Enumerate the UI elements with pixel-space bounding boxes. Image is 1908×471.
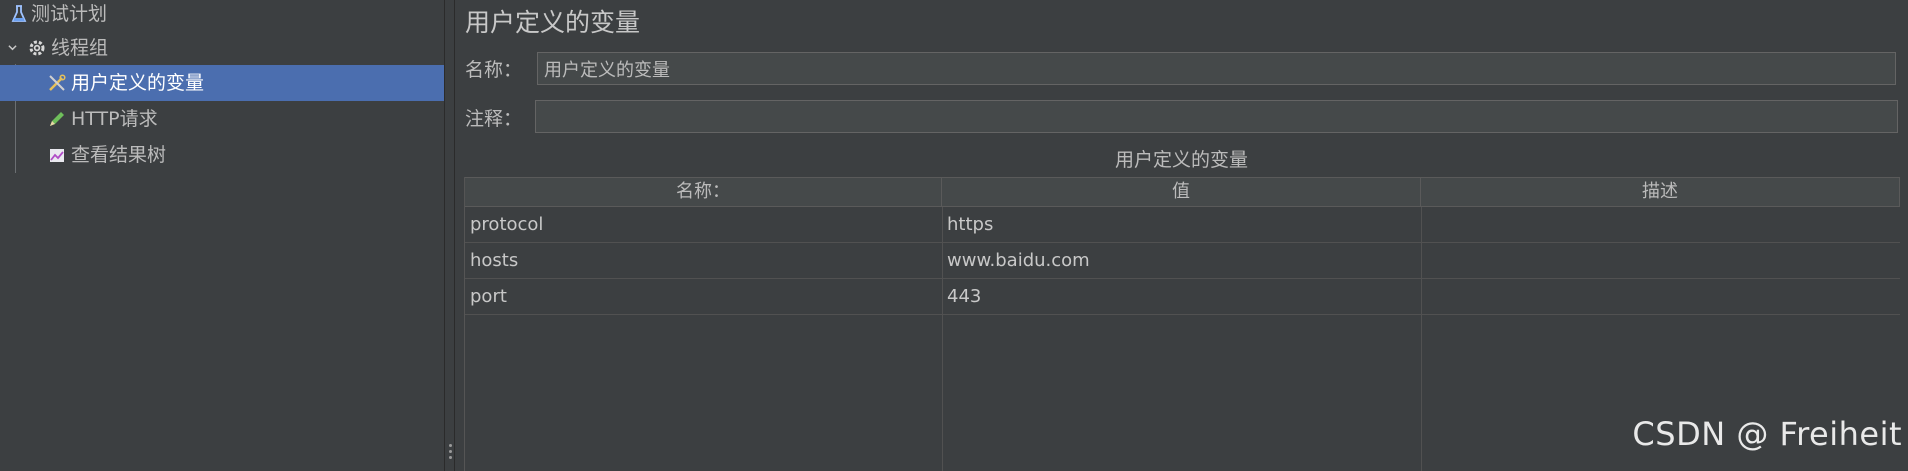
variable-name-cell[interactable]: port xyxy=(465,279,942,314)
chevron-down-icon[interactable] xyxy=(8,43,17,52)
tree-item-label: 测试计划 xyxy=(31,3,108,25)
table-row[interactable]: protocol https xyxy=(465,207,1900,243)
name-input[interactable] xyxy=(537,52,1896,85)
variable-description-cell[interactable] xyxy=(1421,279,1900,314)
element-editor-panel: 用户定义的变量 名称： 注释： 用户定义的变量 名称： 值 描述 protoco… xyxy=(455,0,1908,471)
variable-value-cell[interactable]: www.baidu.com xyxy=(942,243,1421,278)
splitter-grip-dot xyxy=(449,450,452,453)
tree-item-label: 用户定义的变量 xyxy=(71,72,205,94)
column-header-value[interactable]: 值 xyxy=(942,178,1421,206)
variable-description-cell[interactable] xyxy=(1421,207,1900,242)
tree-item-label: HTTP请求 xyxy=(71,108,158,130)
tree-item-user-variables[interactable]: 用户定义的变量 xyxy=(0,65,444,101)
comment-label: 注释： xyxy=(465,108,523,130)
tree-item-label: 线程组 xyxy=(51,37,109,59)
flask-icon xyxy=(11,5,27,22)
tree-item-label: 查看结果树 xyxy=(71,144,167,166)
tree-item-view-results-tree[interactable]: 查看结果树 xyxy=(0,137,444,173)
jmeter-window: 测试计划 线程组 用户定义的变量 HTTP请求 查看结果树 用户定义的变量 名称… xyxy=(0,0,1908,471)
variable-description-cell[interactable] xyxy=(1421,243,1900,278)
split-pane-divider[interactable] xyxy=(444,0,455,471)
column-header-description[interactable]: 描述 xyxy=(1421,178,1900,206)
watermark: CSDN @ Freiheit xyxy=(1632,415,1902,453)
variable-name-cell[interactable]: protocol xyxy=(465,207,942,242)
page-title: 用户定义的变量 xyxy=(465,8,641,37)
gear-icon xyxy=(29,40,45,56)
tree-item-thread-group[interactable]: 线程组 xyxy=(0,30,444,66)
column-header-name[interactable]: 名称： xyxy=(465,178,942,206)
chart-icon xyxy=(50,149,64,162)
table-row[interactable]: hosts www.baidu.com xyxy=(465,243,1900,279)
variable-value-cell[interactable]: 443 xyxy=(942,279,1421,314)
table-row[interactable]: port 443 xyxy=(465,279,1900,315)
tree-item-http-request[interactable]: HTTP请求 xyxy=(0,101,444,137)
wrench-icon xyxy=(49,74,66,91)
table-header: 名称： 值 描述 xyxy=(465,177,1900,207)
test-plan-tree: 测试计划 线程组 用户定义的变量 HTTP请求 查看结果树 xyxy=(0,0,444,471)
table-title: 用户定义的变量 xyxy=(1114,149,1248,171)
variable-name-cell[interactable]: hosts xyxy=(465,243,942,278)
splitter-grip-dot xyxy=(449,444,452,447)
pencil-icon xyxy=(50,112,64,126)
variable-value-cell[interactable]: https xyxy=(942,207,1421,242)
splitter-grip-dot xyxy=(449,456,452,459)
comment-input[interactable] xyxy=(535,100,1898,133)
tree-item-test-plan[interactable]: 测试计划 xyxy=(0,0,444,32)
name-label: 名称： xyxy=(465,59,523,81)
